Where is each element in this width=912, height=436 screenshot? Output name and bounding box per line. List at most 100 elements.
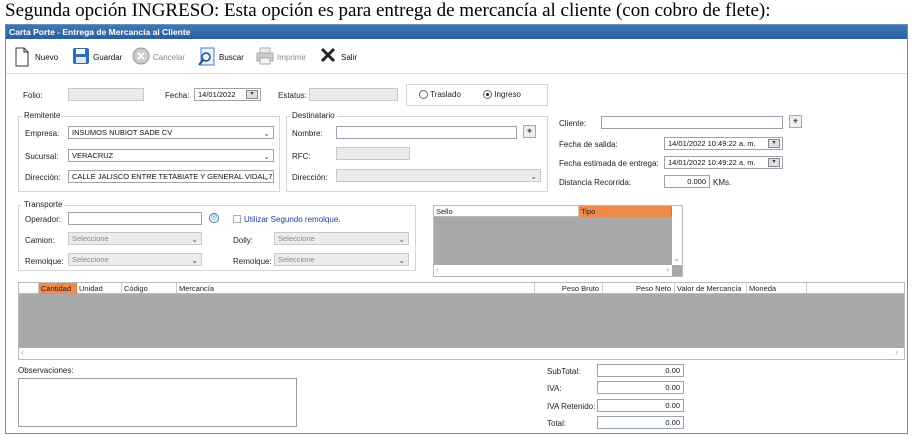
observaciones-label: Observaciones: — [18, 366, 74, 375]
new-document-icon — [14, 47, 32, 67]
dolly-label: Dolly: — [233, 236, 254, 245]
scroll-left-icon[interactable]: ‹ — [436, 265, 439, 274]
calendar-dropdown-icon[interactable]: ▾ — [768, 139, 780, 148]
chevron-down-icon: ⌄ — [263, 152, 270, 161]
calendar-dropdown-icon[interactable]: ▾ — [246, 90, 258, 99]
search-button-label: Buscar — [219, 52, 244, 62]
nombre-label: Nombre: — [292, 129, 323, 138]
dolly-select: Seleccione ⌄ — [274, 232, 409, 245]
new-button-label: Nuevo — [35, 52, 59, 62]
column-moneda[interactable]: Moneda — [747, 283, 807, 294]
direccion-remitente-select[interactable]: CALLE JALISCO ENTRE TETABIATE Y GENERAL … — [68, 170, 274, 183]
operador-field[interactable] — [68, 212, 202, 225]
segundo-remolque-label: Utilizar Segundo remolque. — [244, 215, 341, 224]
ingreso-radio[interactable] — [483, 90, 492, 100]
cliente-label: Cliente: — [559, 119, 587, 128]
column-peso-bruto[interactable]: Peso Bruto — [535, 283, 603, 294]
dolly-value: Seleccione — [278, 234, 315, 243]
sello-grid[interactable]: Sello Tipo ⌄ ‹ › — [433, 205, 683, 277]
empresa-select[interactable]: INSUMOS NUBIOT SADE CV ⌄ — [68, 126, 274, 139]
iva-retenido-label: IVA Retenido: — [547, 402, 596, 411]
segundo-remolque-checkbox[interactable] — [233, 215, 241, 223]
print-button[interactable]: Imprimir — [256, 45, 306, 69]
scroll-right-icon[interactable]: › — [666, 265, 669, 274]
direccion-destinatario-select: ⌄ — [336, 169, 541, 182]
iva-field: 0.00 — [597, 381, 684, 394]
remolque1-label: Remolque: — [25, 257, 64, 266]
calendar-dropdown-icon[interactable]: ▾ — [768, 158, 780, 167]
floppy-disk-icon — [72, 47, 90, 67]
new-button[interactable]: Nuevo — [14, 45, 58, 69]
fecha-salida-label: Fecha de salida: — [559, 140, 618, 149]
remolque2-label: Remolque: — [233, 257, 272, 266]
column-sello[interactable]: Sello — [434, 206, 579, 217]
fecha-entrega-field[interactable]: 14/01/2022 10:49:22 a. m. ▾ — [664, 156, 783, 169]
folio-field[interactable] — [68, 88, 144, 101]
subtotal-label: SubTotal: — [547, 367, 581, 376]
sucursal-value: VERACRUZ — [72, 151, 114, 160]
empresa-label: Empresa: — [25, 129, 60, 138]
column-codigo[interactable]: Código — [122, 283, 177, 294]
header-filler — [807, 283, 904, 294]
close-x-icon — [320, 47, 338, 67]
exit-button-label: Salir — [341, 52, 358, 62]
chevron-down-icon: ⌄ — [398, 256, 405, 265]
scroll-right-icon[interactable]: › — [895, 348, 898, 357]
cliente-field[interactable] — [601, 116, 783, 129]
traslado-label: Traslado — [430, 90, 461, 99]
sucursal-label: Sucursal: — [25, 152, 59, 161]
exit-button[interactable]: Salir — [320, 45, 357, 69]
cancel-circle-icon — [132, 47, 150, 67]
destinatario-title: Destinatario — [290, 111, 337, 120]
sello-horizontal-scrollbar[interactable]: ‹ › — [434, 265, 672, 276]
distancia-field[interactable]: 0.000 — [664, 175, 710, 188]
save-button-label: Guardar — [93, 52, 123, 62]
remitente-title: Remitente — [22, 111, 63, 120]
column-valor-mercancia[interactable]: Valor de Mercancía — [675, 283, 747, 294]
column-cantidad[interactable]: Cantidad — [39, 283, 77, 294]
mercancia-grid-header: Cantidad Unidad Código Mercancía Peso Br… — [19, 283, 904, 294]
distancia-label: Distancia Recorrida: — [559, 178, 632, 187]
column-tipo[interactable]: Tipo — [579, 206, 672, 217]
mercancia-grid[interactable]: Cantidad Unidad Código Mercancía Peso Br… — [18, 282, 905, 360]
cancel-button[interactable]: Cancelar — [132, 45, 185, 69]
sello-vertical-scrollbar[interactable]: ⌄ — [672, 206, 682, 265]
nombre-field[interactable] — [336, 126, 517, 139]
fecha-field[interactable]: 14/01/2022 ▾ — [194, 88, 261, 101]
scroll-left-icon[interactable]: ‹ — [21, 348, 24, 357]
remolque1-value: Seleccione — [72, 255, 109, 264]
sucursal-select[interactable]: VERACRUZ ⌄ — [68, 149, 274, 162]
rfc-label: RFC: — [292, 152, 311, 161]
toolbar: Nuevo Guardar Cancelar Buscar Imprimir S… — [6, 40, 907, 74]
ingreso-label: Ingreso — [494, 90, 521, 99]
search-button[interactable]: Buscar — [198, 45, 244, 69]
direccion-destinatario-label: Dirección: — [292, 173, 328, 182]
binoculars-search-icon[interactable]: ⌖ — [789, 115, 802, 128]
tipo-radio-group: Traslado Ingreso — [406, 84, 548, 106]
column-unidad[interactable]: Unidad — [77, 283, 122, 294]
chevron-down-icon: ⌄ — [191, 256, 198, 265]
binoculars-search-icon[interactable]: ⌖ — [523, 125, 536, 138]
column-mercancia[interactable]: Mercancía — [177, 283, 535, 294]
estatus-field — [309, 88, 398, 101]
fecha-label: Fecha: — [165, 91, 190, 100]
iva-retenido-field: 0.00 — [597, 399, 684, 412]
fecha-entrega-label: Fecha estimada de entrega: — [559, 159, 659, 168]
window-title: Carta Porte - Entrega de Mercancía al Cl… — [6, 25, 907, 39]
mercancia-horizontal-scrollbar[interactable]: ‹ › — [19, 348, 904, 359]
fecha-salida-field[interactable]: 14/01/2022 10:49:22 a. m. ▾ — [664, 137, 783, 150]
traslado-option[interactable]: Traslado — [419, 90, 461, 100]
scroll-down-icon[interactable]: ⌄ — [673, 254, 680, 263]
distancia-unit: KMs. — [713, 178, 732, 187]
chevron-down-icon: ⌄ — [263, 129, 270, 138]
observaciones-textarea[interactable] — [18, 378, 297, 427]
ingreso-option[interactable]: Ingreso — [483, 90, 521, 100]
operador-search-icon[interactable]: ◎ — [209, 213, 219, 223]
total-label: Total: — [547, 419, 567, 428]
column-peso-neto[interactable]: Peso Neto — [603, 283, 675, 294]
traslado-radio[interactable] — [419, 90, 428, 100]
save-button[interactable]: Guardar — [72, 45, 122, 69]
total-field: 0.00 — [597, 416, 684, 429]
empresa-value: INSUMOS NUBIOT SADE CV — [72, 128, 173, 137]
cancel-button-label: Cancelar — [153, 52, 186, 62]
